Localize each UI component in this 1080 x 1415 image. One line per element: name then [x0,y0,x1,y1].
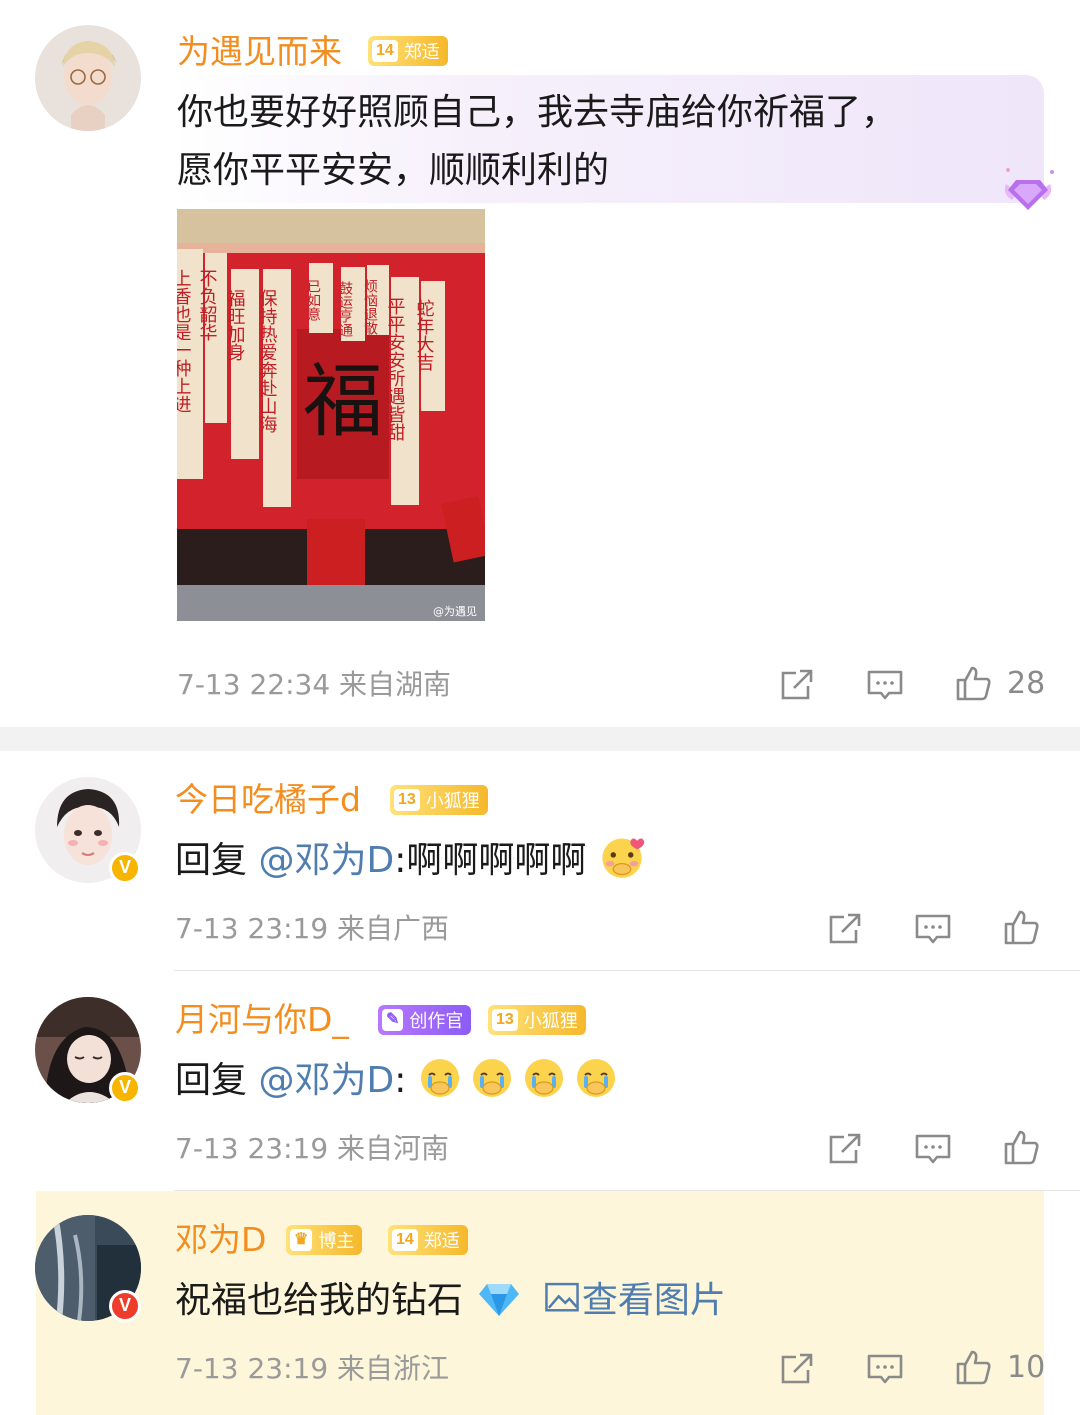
fan-level: 13 [394,789,420,811]
scroll-text: 不负韶华 [197,269,218,341]
cry-emoji [524,1059,563,1097]
verified-icon: V [109,1072,141,1104]
username[interactable]: 邓为D [175,1220,266,1260]
avatar[interactable] [35,25,141,131]
scroll-text: 保持热爱奔赴山海 [257,289,278,433]
scroll-text: 福旺加身 [225,289,246,361]
share-icon[interactable] [826,1130,864,1168]
share-icon[interactable] [778,1350,816,1388]
reply-prefix: 回复 [175,840,259,881]
comment-text: 你也要好好照顾自己，我去寺庙给你祈福了， [177,92,898,133]
fan-badge-label: 小狐狸 [523,1011,578,1032]
mention-link[interactable]: @邓为D [258,1060,394,1101]
cry-emoji [576,1059,615,1097]
fan-level: 14 [372,40,398,62]
comment-text: 回复 @邓为D:啊啊啊啊啊 [175,832,654,890]
share-icon[interactable] [826,910,864,948]
verified-icon: V [109,1290,141,1322]
comment-text: 祝福也给我的钻石 查看图片 [175,1272,726,1330]
scroll-text: 蛇年大吉 [414,299,435,371]
like-icon[interactable] [954,664,992,702]
divider [174,970,1080,971]
cry-emoji [472,1059,511,1097]
author-badge-label: 博主 [318,1231,355,1252]
comment-meta: 7-13 23:19 来自浙江 [175,1352,450,1385]
fan-badge-label: 郑适 [423,1231,460,1252]
fan-badge-label: 小狐狸 [425,791,480,812]
like-icon[interactable] [1002,1128,1040,1166]
scroll-text: 烦恼退散 [362,279,378,335]
comment-photo[interactable]: 福 保持热爱奔赴山海 平平安安所遇皆甜 蛇年大吉 福旺加身 上香也是一种上进 不… [177,209,485,621]
author-badge[interactable]: ♛ 博主 [286,1225,363,1255]
comment-meta: 7-13 22:34 来自湖南 [177,668,452,701]
view-image-link[interactable]: 查看图片 [582,1280,726,1321]
comment-icon[interactable] [914,910,952,948]
like-icon[interactable] [1002,908,1040,946]
comment-body: 祝福也给我的钻石 [175,1280,464,1321]
fan-badge[interactable]: 13 小狐狸 [488,1005,586,1035]
username[interactable]: 为遇见而来 [177,32,342,72]
crown-icon: ♛ [290,1229,313,1251]
like-count: 28 [1007,666,1046,701]
verified-icon: V [109,852,141,884]
scroll-text: 鼓运亨通 [337,281,353,338]
pen-icon: ✎ [382,1009,404,1031]
hug-emoji [602,838,645,878]
fan-badge-label: 郑适 [403,42,440,63]
comment-icon[interactable] [914,1130,952,1168]
scroll-text: 已如意 [305,279,321,321]
section-separator [0,727,1080,751]
username[interactable]: 今日吃橘子d [175,780,361,820]
comment-icon[interactable] [866,666,904,704]
fan-badge[interactable]: 14 郑适 [388,1225,468,1255]
comment-meta: 7-13 23:19 来自河南 [175,1132,450,1165]
fu-character: 福 [303,355,383,448]
diamond-emoji [479,1284,520,1316]
fan-level: 13 [492,1009,518,1031]
comment-text-line2: 愿你平平安安，顺顺利利的 [177,150,610,191]
creator-badge-label: 创作官 [409,1011,464,1032]
image-icon[interactable] [544,1280,580,1316]
like-count: 10 [1007,1350,1046,1385]
creator-badge[interactable]: ✎ 创作官 [378,1005,472,1035]
photo-watermark: @为遇见 [433,605,477,618]
scroll-text: 上香也是一种上进 [177,269,192,413]
fan-level: 14 [392,1229,418,1251]
reply-prefix: 回复 [175,1060,259,1101]
scroll-text: 平平安安所遇皆甜 [385,297,406,441]
cry-emoji [420,1059,459,1097]
fan-badge[interactable]: 14 郑适 [368,36,448,66]
mention-link[interactable]: @邓为D [258,840,394,881]
reply-text: :啊啊啊啊啊 [394,840,587,881]
share-icon[interactable] [778,666,816,704]
like-icon[interactable] [954,1348,992,1386]
comment-meta: 7-13 23:19 来自广西 [175,912,450,945]
username[interactable]: 月河与你D_ [175,1000,349,1040]
fan-badge[interactable]: 13 小狐狸 [390,785,488,815]
diamond-bubble-icon [998,166,1058,214]
reply-text: : [394,1060,407,1101]
comment-icon[interactable] [866,1350,904,1388]
comment-text: 回复 @邓为D: [175,1052,626,1110]
